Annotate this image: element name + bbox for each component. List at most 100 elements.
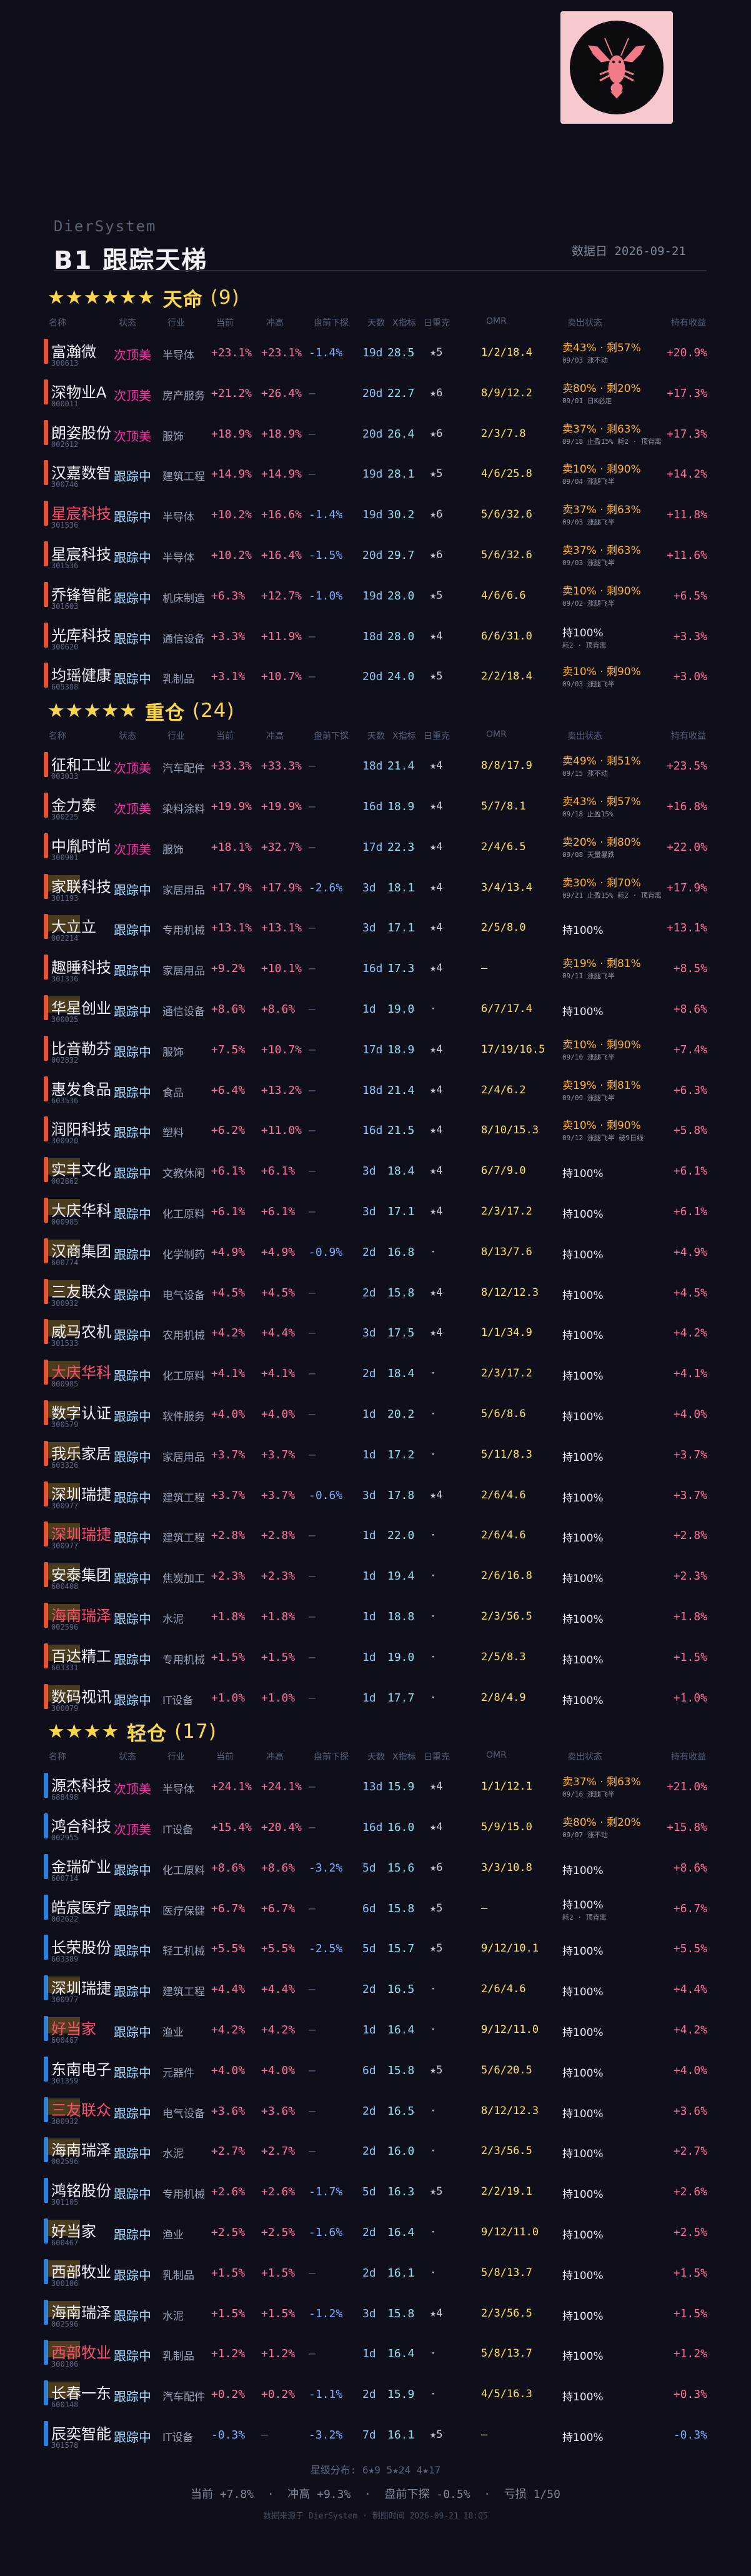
current-change: +4.2% <box>211 2023 246 2037</box>
star-rating: ★5 <box>430 1942 443 1955</box>
table-row[interactable]: 海南瑞泽 002596 跟踪中 水泥 +1.5% +1.5% -1.2% 3d 15.8 ★4 2/… <box>44 2292 712 2333</box>
x-indicator: 24.0 <box>387 670 415 684</box>
table-row[interactable]: 比音勒芬 002832 跟踪中 服饰 +7.5% +10.7% – 17d 18.9 ★4 17/1… <box>44 1028 712 1069</box>
table-row[interactable]: 西部牧业 300106 跟踪中 乳制品 +1.2% +1.2% –1d 16.4 · 5/8/13… <box>44 2332 712 2373</box>
stock-code: 300932 <box>51 2117 79 2126</box>
table-row[interactable]: 西部牧业 300106 跟踪中 乳制品 +1.5% +1.5% –2d 16.1 · 5/8/13… <box>44 2252 712 2292</box>
industry-label: 半导体 <box>162 349 194 362</box>
table-row[interactable]: 汉商集团 600774 跟踪中 化学制药 +4.9% +4.9% -0.9% 2d 16.8 · 8… <box>44 1231 712 1271</box>
stock-name: 深物业A <box>51 383 107 401</box>
industry-label: 专用机械 <box>162 925 205 938</box>
current-change: +4.4% <box>211 1983 246 1997</box>
days-held: 7d <box>362 2428 376 2442</box>
high-change: +4.2% <box>261 2023 296 2037</box>
stock-code: 301336 <box>51 975 79 984</box>
status-label: 跟踪中 <box>114 1530 151 1546</box>
sell-status-main: 持100% <box>562 1370 604 1383</box>
table-row[interactable]: 乔锋智能 301603 跟踪中 机床制造 +6.3% +12.7% -1.0% 19d 28.0… <box>44 574 712 615</box>
column-header: 持有收益 <box>671 1752 706 1763</box>
table-row[interactable]: 长春一东 600148 跟踪中 汽车配件 +0.2% +0.2% -1.1% 2d 15.9 · 4… <box>44 2373 712 2413</box>
premarket-low: – <box>309 1610 316 1623</box>
table-row[interactable]: 朗姿股份 002612 次顶美 服饰 +18.9% +18.9% –20d 26.4 ★6 2/3… <box>44 413 712 453</box>
table-row[interactable]: 辰奕智能 301578 跟踪中 IT设备 -0.3% – -3.2% 7d 16.1 ★5 — 持10… <box>44 2413 712 2454</box>
table-row[interactable]: 深圳瑞捷 300977 跟踪中 建筑工程 +4.4% +4.4% –2d 16.5 · 2/6/4… <box>44 1968 712 2008</box>
industry-label: 半导体 <box>162 551 194 564</box>
table-row[interactable]: 皓宸医疗 002622 跟踪中 医疗保健 +6.7% +6.7% –6d 15.8 ★5— 持10… <box>44 1887 712 1928</box>
table-row[interactable]: 富瀚微 300613 次顶美 半导体 +23.1% +23.1% -1.4% 19d 28.5 ★… <box>44 331 712 372</box>
high-change: +24.1% <box>261 1780 302 1794</box>
holding-return: +2.6% <box>673 2185 707 2199</box>
table-row[interactable]: 家联科技 301193 跟踪中 家居用品 +17.9% +17.9% -2.6% 3d 18.1… <box>44 866 712 907</box>
sell-status-main: 卖19% · 剩81% <box>562 1079 641 1092</box>
table-row[interactable]: 三友联众 300932 跟踪中 电气设备 +4.5% +4.5% –2d 15.8 ★4 8/12… <box>44 1271 712 1312</box>
days-held: 18d <box>362 1083 383 1097</box>
stock-code: 300025 <box>51 1015 79 1024</box>
table-row[interactable]: 长荣股份 603389 跟踪中 轻工机械 +5.5% +5.5% -2.5% 5d 15.7 ★5… <box>44 1927 712 1968</box>
table-row[interactable]: 鸿合科技 002955 次顶美 IT设备 +15.4% +20.4% – 16d 16.0 ★4 5… <box>44 1806 712 1847</box>
stock-code: 002596 <box>51 2319 79 2328</box>
high-change: +13.1% <box>261 921 302 935</box>
status-label: 跟踪中 <box>114 1085 151 1100</box>
table-row[interactable]: 深圳瑞捷 300977 跟踪中 建筑工程 +2.8% +2.8% –1d 22.0 · 2/6/4… <box>44 1514 712 1555</box>
table-row[interactable]: 均瑶健康 605388 跟踪中 乳制品 +3.1% +10.7% – 20d 24.0 ★5 2/2… <box>44 655 712 696</box>
stock-name: 数码视讯 <box>51 1688 111 1706</box>
table-row[interactable]: 深圳瑞捷 300977 跟踪中 建筑工程 +3.7% +3.7% -0.6% 3d 17.8 ★4… <box>44 1474 712 1515</box>
current-change: +1.8% <box>211 1610 246 1623</box>
table-row[interactable]: 星宸科技 301536 跟踪中 半导体 +10.2% +16.4% -1.5% 20d 29.7… <box>44 534 712 574</box>
table-row[interactable]: 星宸科技 301536 跟踪中 半导体 +10.2% +16.6% -1.4% 19d 30.2… <box>44 493 712 534</box>
holding-return: +1.8% <box>673 1610 707 1623</box>
table-row[interactable]: 东南电子 301359 跟踪中 元器件 +4.0% +4.0% –6d 15.8 ★5 5/6/2… <box>44 2049 712 2090</box>
high-change: +1.5% <box>261 1650 296 1664</box>
table-row[interactable]: 征和工业 003033 次顶美 汽车配件 +33.3% +33.3% –18d 21.4 ★4 8… <box>44 744 712 785</box>
table-row[interactable]: 三友联众 300932 跟踪中 电气设备 +3.6% +3.6% –2d 16.5 · 8/12/… <box>44 2090 712 2130</box>
table-row[interactable]: 威马农机 301533 跟踪中 农用机械 +4.2% +4.4% – 3d 17.5 ★4 1/1/… <box>44 1311 712 1352</box>
table-row[interactable]: 好当家 600467 跟踪中 渔业 +2.5% +2.5% -1.6% 2d 16.4 · 9/12… <box>44 2211 712 2252</box>
table-row[interactable]: 金力泰 300225 次顶美 染料涂料 +19.9% +19.9% –16d 18.9 ★4 5/… <box>44 785 712 826</box>
table-row[interactable]: 数字认证 300579 跟踪中 软件服务 +4.0% +4.0% –1d 20.2 · 5/6/8… <box>44 1393 712 1433</box>
table-row[interactable]: 中胤时尚 300901 次顶美 服饰 +18.1% +32.7% – 17d 22.3 ★4 2/4… <box>44 826 712 866</box>
table-row[interactable]: 趣睡科技 301336 跟踪中 家居用品 +9.2% +10.1% – 16d 17.3 ★4 — 卖… <box>44 947 712 988</box>
status-label: 跟踪中 <box>114 1166 151 1181</box>
premarket-low: – <box>309 1043 316 1056</box>
table-row[interactable]: 光库科技 300620 跟踪中 通信设备 +3.3% +11.9% – 18d 28.0 ★4 6/… <box>44 615 712 656</box>
table-row[interactable]: 海南瑞泽 002596 跟踪中 水泥 +2.7% +2.7% –2d 16.0 · 2/3/56.… <box>44 2130 712 2170</box>
industry-label: 汽车配件 <box>162 2391 205 2404</box>
current-change: +14.9% <box>211 468 252 481</box>
holding-return: +2.5% <box>673 2226 707 2240</box>
table-row[interactable]: 海南瑞泽 002596 跟踪中 水泥 +1.8% +1.8% –1d 18.8 · 2/3/56.… <box>44 1595 712 1636</box>
table-row[interactable]: 深物业A 000011 次顶美 房产服务 +21.2% +26.4% – 20d 22.7 ★6 8… <box>44 372 712 413</box>
premarket-low: – <box>309 1650 316 1664</box>
star-rating: ★4 <box>430 2307 443 2320</box>
table-row[interactable]: 润阳科技 300920 跟踪中 塑料 +6.2% +11.0% – 16d 21.5 ★4 8/10… <box>44 1109 712 1150</box>
holding-return: +21.0% <box>666 1780 707 1794</box>
table-row[interactable]: 源杰科技 688498 次顶美 半导体 +24.1% +24.1% –13d 15.9 ★4 1/… <box>44 1765 712 1806</box>
table-row[interactable]: 百达精工 603331 跟踪中 专用机械 +1.5% +1.5% –1d 19.0 · 2/5/8… <box>44 1636 712 1676</box>
table-row[interactable]: 金瑞矿业 600714 跟踪中 化工原料 +8.6% +8.6% -3.2% 5d 15.6 ★6… <box>44 1847 712 1887</box>
table-row[interactable]: 大庆华科 000985 跟踪中 化工原料 +4.1% +4.1% –2d 18.4 · 2/3/1… <box>44 1352 712 1393</box>
table-row[interactable]: 好当家 600467 跟踪中 渔业 +4.2% +4.2% –1d 16.4 · 9/12/11.… <box>44 2008 712 2049</box>
table-row[interactable]: 鸿铭股份 301105 跟踪中 专用机械 +2.6% +2.6% -1.7% 5d 16.3 ★5… <box>44 2170 712 2211</box>
high-change: +10.1% <box>261 962 302 976</box>
stock-code: 002596 <box>51 2157 79 2167</box>
industry-label: 软件服务 <box>162 1410 205 1423</box>
table-row[interactable]: 数码视讯 300079 跟踪中 IT设备 +1.0% +1.0% –1d 17.7 · 2/8/4… <box>44 1676 712 1717</box>
days-held: 18d <box>362 759 383 773</box>
sell-status: 卖19% · 剩81% 09/09 涨腿飞半 <box>562 1076 641 1103</box>
table-row[interactable]: 实丰文化 002862 跟踪中 文教休闲 +6.1% +6.1% –3d 18.4 ★4 6/7/… <box>44 1150 712 1190</box>
industry-label: 建筑工程 <box>162 1491 205 1505</box>
status-label: 跟踪中 <box>114 469 151 484</box>
holding-return: +2.3% <box>673 1570 707 1583</box>
table-row[interactable]: 安泰集团 600408 跟踪中 焦炭加工 +2.3% +2.3% –1d 19.4 · 2/6/1… <box>44 1555 712 1595</box>
current-change: +4.0% <box>211 1407 246 1421</box>
table-row[interactable]: 我乐家居 603326 跟踪中 家居用品 +3.7% +3.7% –1d 17.2 · 5/11/… <box>44 1433 712 1474</box>
holding-return: +1.5% <box>673 2307 707 2320</box>
sell-status: 持100% <box>562 1165 604 1180</box>
table-row[interactable]: 大庆华科 000985 跟踪中 化工原料 +6.1% +6.1% –3d 17.1 ★4 2/3/… <box>44 1190 712 1231</box>
table-row[interactable]: 大立立 002214 跟踪中 专用机械 +13.1% +13.1% –3d 17.1 ★4 2/5… <box>44 906 712 947</box>
table-row[interactable]: 惠发食品 603536 跟踪中 食品 +6.4% +13.2% – 18d 21.4 ★4 2/4/… <box>44 1069 712 1110</box>
stock-name: 西部牧业 <box>51 2344 111 2362</box>
omr-value: 6/7/9.0 <box>481 1165 526 1178</box>
status-label: 跟踪中 <box>114 1943 151 1959</box>
table-row[interactable]: 华星创业 300025 跟踪中 通信设备 +8.6% +8.6% –1d 19.0 · 6/7/1… <box>44 988 712 1028</box>
table-row[interactable]: 汉嘉数智 300746 跟踪中 建筑工程 +14.9% +14.9% –19d 28.1 ★5 4… <box>44 453 712 493</box>
